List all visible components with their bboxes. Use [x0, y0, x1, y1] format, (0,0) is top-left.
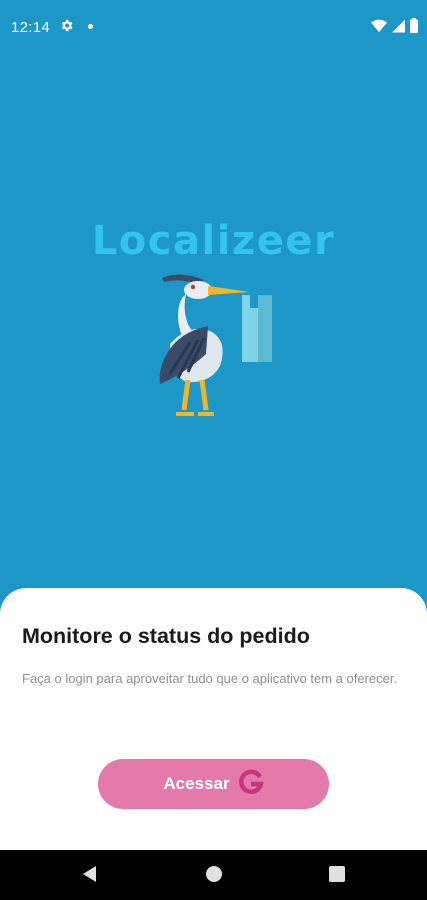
system-icons — [371, 18, 418, 37]
access-button-label: Acessar — [163, 774, 230, 793]
back-icon[interactable] — [82, 866, 98, 887]
heron-shopping-bag-icon — [150, 270, 280, 425]
recents-icon[interactable] — [329, 866, 345, 882]
battery-icon — [410, 18, 418, 37]
navigation-bar — [0, 850, 427, 900]
status-bar: 12:14 — [0, 0, 427, 54]
sheet-title: Monitore o status do pedido — [22, 624, 310, 648]
home-icon[interactable] — [206, 866, 222, 882]
google-g-icon — [238, 769, 264, 800]
status-time: 12:14 — [11, 19, 51, 36]
gear-icon — [59, 18, 74, 37]
wifi-icon — [371, 19, 387, 37]
app-logo-text: Localizeer — [91, 218, 336, 264]
sheet-subtitle: Faça o login para aproveitar tudo que o … — [22, 671, 398, 686]
signal-icon — [392, 19, 405, 37]
login-sheet: Monitore o status do pedido Faça o login… — [0, 588, 427, 850]
notification-dot-icon — [88, 24, 93, 29]
access-button[interactable]: Acessar — [98, 759, 329, 809]
